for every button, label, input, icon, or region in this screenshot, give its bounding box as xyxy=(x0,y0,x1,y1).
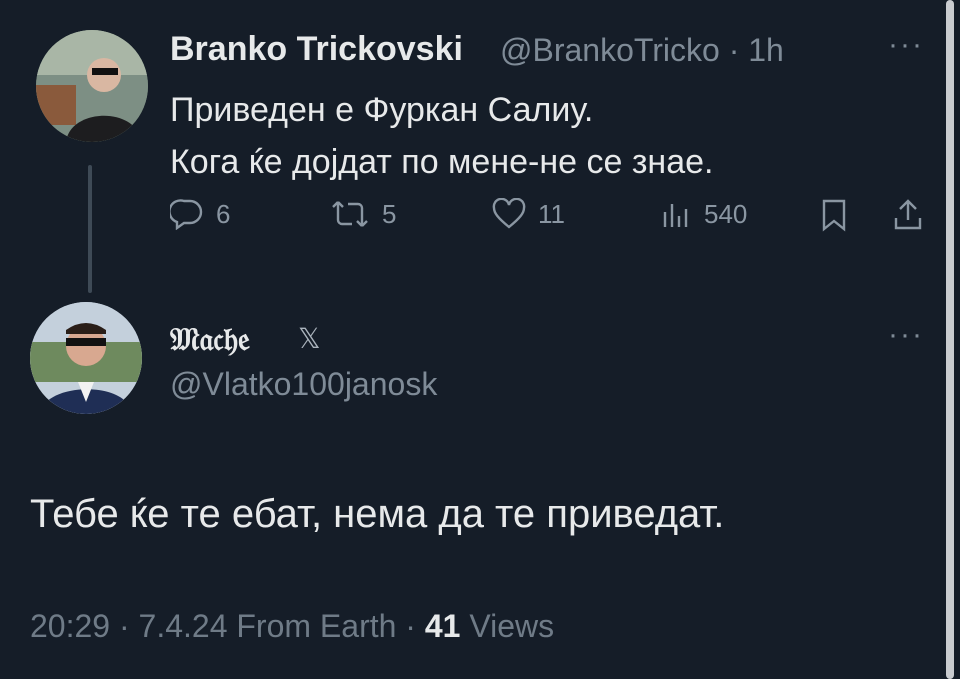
reply-button[interactable]: 6 xyxy=(170,198,230,230)
author-name[interactable]: 𝔐𝔞𝔠𝔥𝔢 xyxy=(170,320,250,359)
avatar-photo xyxy=(36,30,148,142)
tweet-age[interactable]: 1h xyxy=(748,32,784,68)
like-count: 11 xyxy=(538,198,565,229)
repost-icon xyxy=(332,201,368,227)
views-label: Views xyxy=(469,608,555,644)
tweet-source: From Earth xyxy=(236,608,397,644)
author-name[interactable]: Branko Trickovski xyxy=(170,30,463,69)
tweet-actions: 6 5 11 540 xyxy=(170,198,930,238)
reply-text: Тебе ќе те ебат, нема да те приведат. xyxy=(30,492,725,536)
more-options-icon[interactable]: ··· xyxy=(888,318,924,352)
tweet-meta: 20:29 · 7.4.24 From Earth · 41 Views xyxy=(30,608,555,644)
repost-count: 5 xyxy=(382,198,397,229)
repost-button[interactable]: 5 xyxy=(330,198,396,230)
bookmark-button[interactable] xyxy=(820,198,848,232)
scrollbar[interactable] xyxy=(946,0,954,679)
avatar-photo xyxy=(30,302,142,414)
tweet-line-2: Кога ќе дојдат по мене-не се знае. xyxy=(170,143,714,181)
reply-icon xyxy=(170,199,203,230)
like-button[interactable]: 11 xyxy=(492,198,565,230)
views-button[interactable]: 540 xyxy=(660,198,747,230)
tweet-line-1: Приведен е Фуркан Салиу. xyxy=(170,91,594,129)
more-options-icon[interactable]: ··· xyxy=(888,28,924,62)
author-handle[interactable]: @BrankoTricko xyxy=(500,32,720,68)
share-button[interactable] xyxy=(892,198,924,232)
views-count: 41 xyxy=(424,608,461,644)
views-count: 540 xyxy=(704,198,748,229)
x-badge-icon: 𝕏 xyxy=(298,323,321,354)
like-icon xyxy=(492,198,526,229)
tweet-time[interactable]: 20:29 xyxy=(30,608,110,644)
avatar[interactable] xyxy=(30,302,142,414)
bookmark-icon xyxy=(822,199,846,232)
tweet-text: Приведен е Фуркан Салиу. Кога ќе дојдат … xyxy=(170,84,713,188)
separator: · xyxy=(728,32,740,68)
avatar[interactable] xyxy=(36,30,148,142)
views-icon xyxy=(663,204,688,227)
author-handle-meta[interactable]: @BrankoTricko · 1h xyxy=(500,32,784,69)
share-icon xyxy=(894,199,922,230)
author-handle[interactable]: @Vlatko100janosk xyxy=(170,366,437,403)
tweet-date[interactable]: 7.4.24 xyxy=(139,608,228,644)
reply-count: 6 xyxy=(216,198,231,229)
thread-line xyxy=(88,165,92,293)
